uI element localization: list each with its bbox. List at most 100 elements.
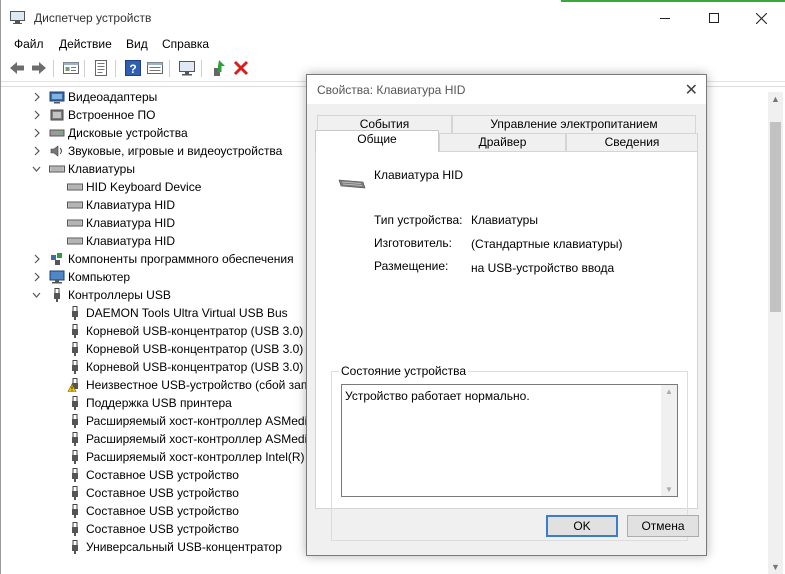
chevron-right-icon[interactable]: [31, 250, 41, 268]
tree-device[interactable]: Неизвестное USB-устройство (сбой запр: [1, 376, 315, 394]
sound-icon: [49, 144, 65, 158]
dialog-title-bar: Свойства: Клавиатура HID ✕: [307, 75, 706, 104]
menu-action[interactable]: Действие: [59, 37, 112, 51]
properties-icon[interactable]: [62, 59, 80, 77]
firmware-icon: [49, 108, 65, 122]
menu-view[interactable]: Вид: [126, 37, 148, 51]
tree-item-label: Контроллеры USB: [68, 288, 171, 302]
tree-device[interactable]: Корневой USB-концентратор (USB 3.0): [1, 358, 311, 376]
status-scroll-up-icon[interactable]: ▲: [661, 387, 677, 396]
manufacturer-value: (Стандартные клавиатуры): [471, 237, 623, 251]
tab-details[interactable]: Сведения: [566, 133, 698, 151]
tree-category[interactable]: Звуковые, игровые и видеоустройства: [1, 142, 311, 160]
tree-scrollbar[interactable]: ▲ ▼: [768, 92, 783, 574]
menu-file[interactable]: Файл: [14, 37, 44, 51]
tree-device[interactable]: Составное USB устройство: [1, 484, 311, 502]
tree-device[interactable]: Клавиатура HID: [1, 232, 311, 250]
tree-device[interactable]: Расширяемый хост-контроллер Intel(R): [1, 448, 311, 466]
tree-item-label: Клавиатура HID: [86, 216, 175, 230]
back-icon[interactable]: [8, 59, 26, 77]
software-component-icon: [49, 252, 65, 266]
tree-device[interactable]: Корневой USB-концентратор (USB 3.0): [1, 340, 311, 358]
chevron-down-icon[interactable]: [31, 160, 41, 178]
location-value: на USB-устройство ввода: [471, 261, 615, 275]
tree-category[interactable]: Видеоадаптеры: [1, 88, 311, 106]
help-icon[interactable]: ?: [124, 59, 142, 77]
device-status-textbox[interactable]: Устройство работает нормально. ▲ ▼: [341, 384, 678, 497]
tree-category[interactable]: Дисковые устройства: [1, 124, 311, 142]
tree-category[interactable]: Встроенное ПО: [1, 106, 311, 124]
tree-device[interactable]: Расширяемый хост-контроллер ASMedi: [1, 412, 311, 430]
update-driver-icon[interactable]: [92, 59, 110, 77]
usb-icon: [67, 414, 83, 428]
ok-button[interactable]: OK: [546, 515, 618, 537]
tree-item-label: Неизвестное USB-устройство (сбой запр: [86, 378, 315, 392]
tab-general[interactable]: Общие: [315, 130, 439, 152]
tree-category[interactable]: Контроллеры USB: [1, 286, 311, 304]
usb-icon: [49, 288, 65, 302]
tree-item-label: Видеоадаптеры: [68, 90, 158, 104]
status-scroll-down-icon[interactable]: ▼: [661, 485, 677, 494]
tree-item-label: Компоненты программного обеспечения: [68, 252, 294, 266]
forward-icon[interactable]: [30, 59, 48, 77]
tree-device[interactable]: Составное USB устройство: [1, 466, 311, 484]
usb-icon: [67, 360, 83, 374]
chevron-right-icon[interactable]: [31, 88, 41, 106]
properties-dialog: Свойства: Клавиатура HID ✕ События Управ…: [306, 74, 707, 556]
usb-icon: [67, 306, 83, 320]
tree-device[interactable]: DAEMON Tools Ultra Virtual USB Bus: [1, 304, 311, 322]
tree-device[interactable]: Клавиатура HID: [1, 214, 311, 232]
scroll-up-icon[interactable]: ▲: [768, 94, 783, 104]
toolbar-separator: [115, 60, 116, 77]
tab-power-management[interactable]: Управление электропитанием: [452, 115, 696, 133]
minimize-button[interactable]: [642, 2, 688, 32]
tree-device[interactable]: Клавиатура HID: [1, 196, 311, 214]
chevron-down-icon[interactable]: [31, 286, 41, 304]
status-scrollbar[interactable]: ▲ ▼: [661, 385, 677, 496]
usb-icon: [67, 432, 83, 446]
title-bar: Диспетчер устройств: [1, 0, 785, 34]
tree-device[interactable]: Составное USB устройство: [1, 502, 311, 520]
tree-item-label: Клавиатуры: [68, 162, 135, 176]
tree-category[interactable]: Клавиатуры: [1, 160, 311, 178]
scroll-thumb[interactable]: [770, 122, 781, 312]
menu-help[interactable]: Справка: [162, 37, 209, 51]
usb-icon: [67, 396, 83, 410]
tree-category[interactable]: Компьютер: [1, 268, 311, 286]
close-button[interactable]: [738, 2, 784, 32]
usb-icon: [67, 450, 83, 464]
keyboard-icon: [67, 234, 83, 248]
tree-device[interactable]: Расширяемый хост-контроллер ASMedi: [1, 430, 311, 448]
tree-device[interactable]: Составное USB устройство: [1, 520, 311, 538]
scroll-down-icon[interactable]: ▼: [768, 562, 783, 572]
keyboard-icon: [67, 180, 83, 194]
keyboard-icon: [67, 198, 83, 212]
chevron-right-icon[interactable]: [31, 106, 41, 124]
tree-device[interactable]: HID Keyboard Device: [1, 178, 311, 196]
add-driver-icon[interactable]: [210, 59, 228, 77]
tree-device[interactable]: Универсальный USB-концентратор: [1, 538, 311, 556]
tree-device[interactable]: Корневой USB-концентратор (USB 3.0): [1, 322, 311, 340]
show-hidden-icon[interactable]: [146, 59, 164, 77]
tree-item-label: Расширяемый хост-контроллер ASMedi: [86, 432, 308, 446]
chevron-right-icon[interactable]: [31, 268, 41, 286]
scan-hardware-icon[interactable]: [178, 59, 196, 77]
dialog-close-icon[interactable]: ✕: [685, 80, 698, 100]
remove-device-icon[interactable]: [232, 59, 250, 77]
cancel-button[interactable]: Отмена: [627, 515, 699, 537]
tree-device[interactable]: Поддержка USB принтера: [1, 394, 311, 412]
toolbar-separator: [53, 60, 54, 77]
usb-icon: [67, 342, 83, 356]
tree-item-label: Составное USB устройство: [86, 468, 239, 482]
menu-bar: Файл Действие Вид Справка: [1, 34, 785, 56]
chevron-right-icon[interactable]: [31, 124, 41, 142]
tree-category[interactable]: Компоненты программного обеспечения: [1, 250, 311, 268]
tree-item-label: Дисковые устройства: [68, 126, 188, 140]
manufacturer-label: Изготовитель:: [374, 236, 452, 250]
general-tab-panel: Клавиатура HID Тип устройства: Клавиатур…: [315, 151, 698, 541]
maximize-button[interactable]: [691, 2, 737, 32]
close-icon: [755, 12, 767, 25]
chevron-right-icon[interactable]: [31, 142, 41, 160]
tab-driver[interactable]: Драйвер: [439, 133, 566, 151]
tree-item-label: Универсальный USB-концентратор: [86, 540, 282, 554]
